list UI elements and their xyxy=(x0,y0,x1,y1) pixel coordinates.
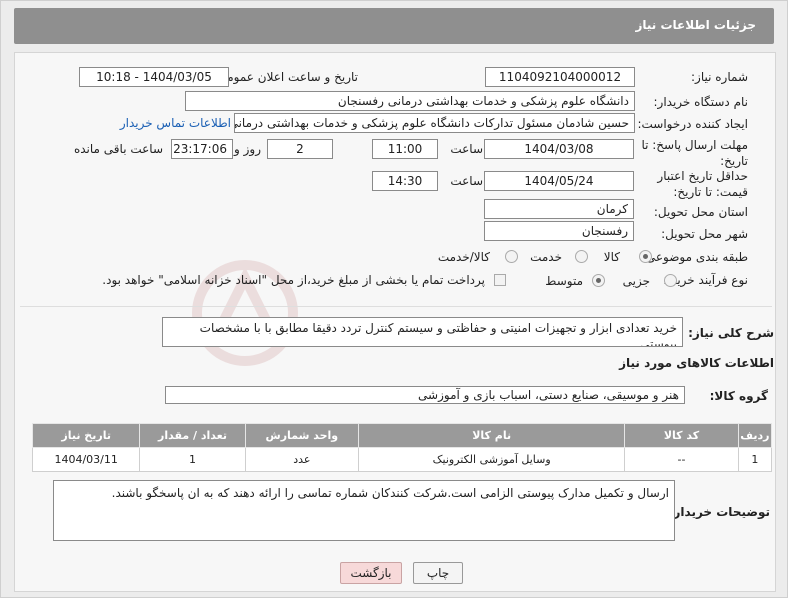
category-radio-service[interactable] xyxy=(575,250,588,263)
price-time-label: ساعت xyxy=(450,174,483,188)
reply-deadline-label: مهلت ارسال پاسخ: تا تاریخ: xyxy=(641,138,748,168)
header-bar: جزئیات اطلاعات نیاز xyxy=(14,8,774,44)
buyer-contact-link[interactable]: اطلاعات تماس خریدار xyxy=(120,116,231,130)
table-row: 1 -- وسایل آموزشی الکترونیک عدد 1 1404/0… xyxy=(31,447,773,472)
category-option-goods-service: کالا/خدمت xyxy=(437,250,490,264)
announce-field: 1404/03/05 - 10:18 xyxy=(79,67,229,87)
buyer-org-field: دانشگاه علوم پزشکی و خدمات بهداشتی درمان… xyxy=(185,91,635,111)
province-label: استان محل تحویل: xyxy=(653,205,748,219)
print-button[interactable]: چاپ xyxy=(413,562,463,584)
col-name: نام کالا xyxy=(358,423,626,448)
goods-group-label: گروه کالا: xyxy=(709,389,768,403)
need-number-field: 1104092104000012 xyxy=(485,67,635,87)
announce-label: تاریخ و ساعت اعلان عمومی: xyxy=(213,70,358,84)
col-qty: تعداد / مقدار xyxy=(139,423,246,448)
back-button[interactable]: بازگشت xyxy=(340,562,402,584)
col-unit: واحد شمارش xyxy=(244,423,360,448)
description-field[interactable]: خرید تعدادی ابزار و تجهیزات امنیتی و حفا… xyxy=(162,317,683,347)
treasury-payment-checkbox[interactable] xyxy=(494,274,506,286)
col-code: کد کالا xyxy=(624,423,739,448)
process-radio-medium[interactable] xyxy=(592,274,605,287)
remaining-time-field: 23:17:06 xyxy=(171,139,233,159)
buyer-notes-label: توضیحات خریدار: xyxy=(668,505,770,519)
city-field: رفسنجان xyxy=(484,221,634,241)
province-field: کرمان xyxy=(484,199,634,219)
reply-time-field: 11:00 xyxy=(372,139,438,159)
goods-group-field: هنر و موسیقی، صنایع دستی، اسباب بازی و آ… xyxy=(165,386,685,404)
days-label: روز و xyxy=(234,142,261,156)
payment-note: پرداخت تمام یا بخشی از مبلغ خرید،از محل … xyxy=(102,273,485,287)
reply-date-field: 1404/03/08 xyxy=(484,139,634,159)
city-label: شهر محل تحویل: xyxy=(661,227,748,241)
col-row: ردیف xyxy=(737,423,773,448)
reply-time-label: ساعت xyxy=(450,142,483,156)
goods-section-title: اطلاعات کالاهای مورد نیاز xyxy=(619,356,774,370)
col-date: تاریخ نیاز xyxy=(31,423,141,448)
description-label: شرح کلی نیاز: xyxy=(688,326,774,340)
buyer-org-label: نام دستگاه خریدار: xyxy=(653,95,749,109)
price-date-field: 1404/05/24 xyxy=(484,171,634,191)
category-option-service: خدمت xyxy=(530,250,562,264)
need-number-label: شماره نیاز: xyxy=(691,70,748,84)
requester-label: ایجاد کننده درخواست: xyxy=(637,117,748,131)
cell-name: وسایل آموزشی الکترونیک xyxy=(358,447,626,472)
category-radio-goods-service[interactable] xyxy=(505,250,518,263)
separator xyxy=(20,306,772,307)
process-option-minor: جزیی xyxy=(622,274,650,288)
goods-table: ردیف کد کالا نام کالا واحد شمارش تعداد /… xyxy=(31,423,773,472)
category-label: طبقه بندی موضوعی: xyxy=(641,250,748,264)
category-option-goods: کالا xyxy=(603,250,620,264)
process-radio-minor[interactable] xyxy=(664,274,677,287)
price-validity-label: حداقل تاریخ اعتبار قیمت: تا تاریخ: xyxy=(657,169,748,199)
days-field: 2 xyxy=(267,139,333,159)
process-option-medium: متوسط xyxy=(545,274,583,288)
cell-code: -- xyxy=(624,447,739,472)
cell-qty: 1 xyxy=(139,447,246,472)
cell-unit: عدد xyxy=(244,447,360,472)
category-radio-goods[interactable] xyxy=(639,250,652,263)
cell-date: 1404/03/11 xyxy=(31,447,141,472)
requester-field: حسین شادمان مسئول تدارکات دانشگاه علوم پ… xyxy=(234,113,635,133)
buyer-notes-field[interactable]: ارسال و تکمیل مدارک پیوستی الزامی است.شر… xyxy=(53,480,675,541)
cell-row: 1 xyxy=(737,447,773,472)
price-time-field: 14:30 xyxy=(372,171,438,191)
page-title: جزئیات اطلاعات نیاز xyxy=(635,18,756,32)
remaining-label: ساعت باقی مانده xyxy=(73,142,163,156)
goods-table-header: ردیف کد کالا نام کالا واحد شمارش تعداد /… xyxy=(31,423,773,448)
